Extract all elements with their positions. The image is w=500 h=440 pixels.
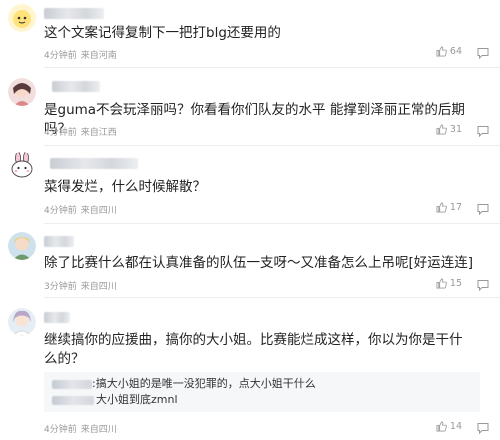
reply-item: 大小姐到底zmnl bbox=[52, 392, 472, 408]
comment-time: 3分钟前 bbox=[44, 282, 77, 292]
like-button[interactable]: 17 bbox=[436, 202, 462, 213]
comment-bubble-icon bbox=[477, 126, 489, 138]
like-count: 31 bbox=[449, 124, 462, 135]
username-redacted[interactable] bbox=[52, 81, 100, 92]
comment-location: 来自四川 bbox=[80, 282, 117, 292]
like-count: 14 bbox=[449, 421, 462, 432]
comment-item: 这个文案记得复制下一把打blg还要用的 4分钟前 来自河南 64 bbox=[0, 0, 500, 68]
avatar[interactable] bbox=[8, 232, 36, 260]
like-button[interactable]: 64 bbox=[436, 46, 462, 57]
username-redacted[interactable] bbox=[50, 158, 138, 169]
comment-text: 这个文案记得复制下一把打blg还要用的 bbox=[44, 25, 281, 41]
reply-item: :搞大小姐的是唯一没犯罪的，点大小姐干什么 bbox=[52, 376, 472, 392]
reply-button[interactable] bbox=[476, 421, 490, 435]
like-button[interactable]: 31 bbox=[436, 124, 462, 135]
comment-text: 除了比赛什么都在认真准备的队伍一支呀～又准备怎么上吊呢[好运连连] bbox=[44, 255, 474, 271]
comment-bubble-icon bbox=[477, 423, 489, 435]
reply-text: 大小姐到底zmnl bbox=[96, 393, 178, 406]
username-redacted[interactable] bbox=[44, 312, 70, 323]
comment-item: 继续搞你的应援曲，搞你的大小姐。比赛能烂成这样，你以为你是干什么的？ :搞大小姐… bbox=[0, 300, 500, 440]
username-redacted[interactable] bbox=[44, 8, 104, 19]
reply-username-redacted[interactable] bbox=[52, 396, 94, 405]
comment-meta: 4分钟前 来自四川 bbox=[44, 203, 121, 216]
divider bbox=[44, 297, 500, 298]
thumbs-up-icon bbox=[436, 124, 447, 135]
comment-location: 来自河南 bbox=[80, 51, 117, 61]
reply-button[interactable] bbox=[476, 124, 490, 138]
comment-item: 除了比赛什么都在认真准备的队伍一支呀～又准备怎么上吊呢[好运连连] 3分钟前 来自… bbox=[0, 226, 500, 298]
thumbs-up-icon bbox=[436, 278, 447, 289]
comment-item: 菜得发烂，什么时候解散？ 4分钟前 来自四川 17 bbox=[0, 148, 500, 224]
comment-time: 4分钟前 bbox=[44, 51, 77, 61]
divider bbox=[44, 223, 500, 224]
comment-location: 来自四川 bbox=[80, 425, 117, 435]
comment-time: 4分钟前 bbox=[44, 425, 77, 435]
avatar[interactable] bbox=[8, 152, 36, 180]
comment-meta: 4分钟前 来自江西 bbox=[44, 125, 121, 138]
comment-item: 是guma不会玩泽丽吗？你看看你们队友的水平 能撑到泽丽正常的后期吗？ 4分钟前… bbox=[0, 70, 500, 146]
comment-meta: 3分钟前 来自四川 bbox=[44, 279, 121, 292]
comment-time: 4分钟前 bbox=[44, 206, 77, 216]
thumbs-up-icon bbox=[436, 202, 447, 213]
comment-meta: 4分钟前 来自河南 bbox=[44, 48, 121, 61]
comment-text: 菜得发烂，什么时候解散？ bbox=[44, 179, 206, 195]
reply-preview[interactable]: :搞大小姐的是唯一没犯罪的，点大小姐干什么 大小姐到底zmnl bbox=[44, 372, 480, 412]
like-button[interactable]: 14 bbox=[436, 421, 462, 432]
like-button[interactable]: 15 bbox=[436, 278, 462, 289]
comment-time: 4分钟前 bbox=[44, 128, 77, 138]
like-count: 64 bbox=[449, 46, 462, 57]
username-redacted[interactable] bbox=[44, 236, 74, 247]
like-count: 17 bbox=[449, 202, 462, 213]
avatar[interactable] bbox=[8, 308, 36, 336]
comment-bubble-icon bbox=[477, 48, 489, 60]
divider bbox=[44, 145, 500, 146]
reply-button[interactable] bbox=[476, 202, 490, 216]
reply-button[interactable] bbox=[476, 278, 490, 292]
comment-meta: 4分钟前 来自四川 bbox=[44, 422, 121, 435]
comment-bubble-icon bbox=[477, 280, 489, 292]
reply-button[interactable] bbox=[476, 46, 490, 60]
reply-username-redacted[interactable] bbox=[52, 380, 92, 389]
thumbs-up-icon bbox=[436, 46, 447, 57]
avatar[interactable] bbox=[8, 78, 36, 106]
comment-text: 继续搞你的应援曲，搞你的大小姐。比赛能烂成这样，你以为你是干什么的？ bbox=[44, 332, 463, 367]
comment-location: 来自四川 bbox=[80, 206, 117, 216]
avatar[interactable] bbox=[8, 4, 36, 32]
thumbs-up-icon bbox=[436, 421, 447, 432]
like-count: 15 bbox=[449, 278, 462, 289]
divider bbox=[44, 67, 500, 68]
reply-text: :搞大小姐的是唯一没犯罪的，点大小姐干什么 bbox=[92, 377, 316, 390]
comment-bubble-icon bbox=[477, 204, 489, 216]
comment-location: 来自江西 bbox=[80, 128, 117, 138]
